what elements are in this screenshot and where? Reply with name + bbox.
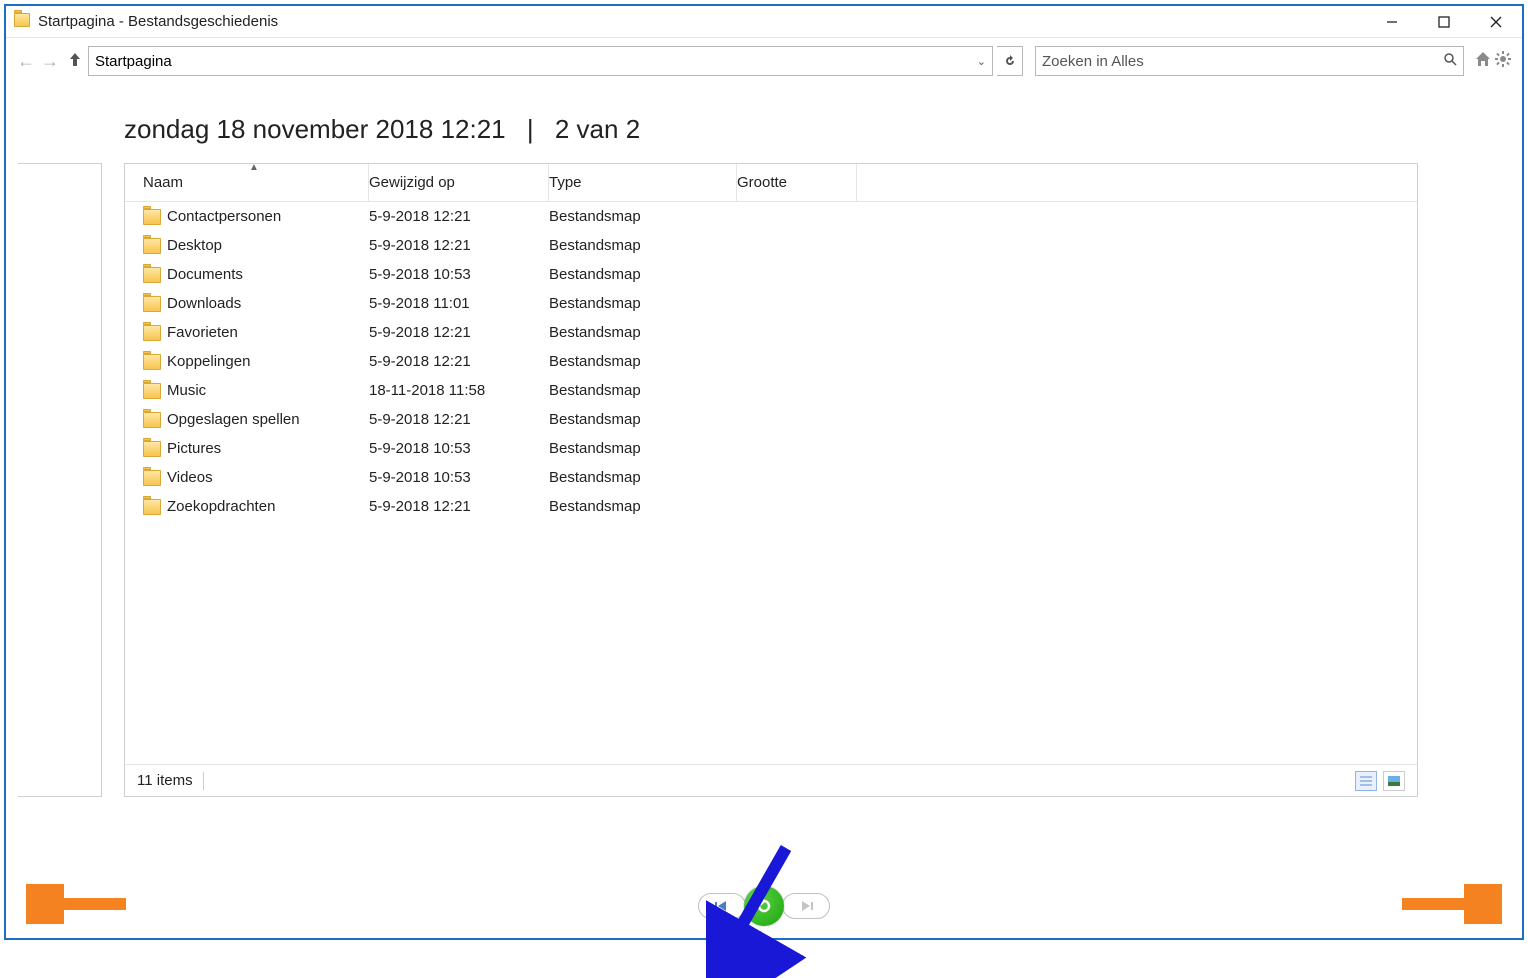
file-name: Documents — [167, 266, 243, 283]
home-icon[interactable] — [1474, 50, 1492, 73]
table-row[interactable]: Contactpersonen 5-9-2018 12:21Bestandsmap — [125, 202, 1417, 231]
folder-icon — [143, 470, 161, 486]
table-row[interactable]: Pictures 5-9-2018 10:53Bestandsmap — [125, 434, 1417, 463]
folder-icon — [143, 209, 161, 225]
search-input[interactable]: Zoeken in Alles — [1035, 46, 1464, 76]
version-nav — [698, 886, 830, 926]
file-name: Opgeslagen spellen — [167, 411, 300, 428]
header-separator: | — [513, 114, 548, 144]
file-name: Koppelingen — [167, 353, 250, 370]
previous-version-button[interactable] — [698, 893, 746, 919]
file-modified: 5-9-2018 10:53 — [369, 440, 549, 457]
file-name: Favorieten — [167, 324, 238, 341]
file-modified: 5-9-2018 12:21 — [369, 498, 549, 515]
folder-icon — [143, 412, 161, 428]
file-name: Contactpersonen — [167, 208, 281, 225]
file-list-panel: Naam ▲ Gewijzigd op Type Grootte Contact… — [124, 163, 1418, 797]
table-row[interactable]: Documents 5-9-2018 10:53Bestandsmap — [125, 260, 1417, 289]
file-name: Pictures — [167, 440, 221, 457]
file-modified: 5-9-2018 10:53 — [369, 266, 549, 283]
app-icon — [14, 13, 32, 31]
folder-icon — [143, 325, 161, 341]
back-button[interactable]: ← — [16, 51, 36, 71]
file-type: Bestandsmap — [549, 382, 737, 399]
search-icon — [1443, 52, 1457, 70]
address-text: Startpagina — [95, 53, 172, 70]
file-type: Bestandsmap — [549, 440, 737, 457]
folder-icon — [143, 238, 161, 254]
table-row[interactable]: Music 18-11-2018 11:58Bestandsmap — [125, 376, 1417, 405]
annotation-arrow-right — [1392, 884, 1502, 924]
table-row[interactable]: Favorieten 5-9-2018 12:21Bestandsmap — [125, 318, 1417, 347]
file-modified: 5-9-2018 12:21 — [369, 411, 549, 428]
folder-icon — [143, 383, 161, 399]
file-type: Bestandsmap — [549, 324, 737, 341]
table-row[interactable]: Videos 5-9-2018 10:53Bestandsmap — [125, 463, 1417, 492]
folder-icon — [143, 441, 161, 457]
table-row[interactable]: Opgeslagen spellen 5-9-2018 12:21Bestands… — [125, 405, 1417, 434]
search-placeholder: Zoeken in Alles — [1042, 53, 1144, 70]
file-modified: 18-11-2018 11:58 — [369, 382, 549, 399]
table-row[interactable]: Downloads 5-9-2018 11:01Bestandsmap — [125, 289, 1417, 318]
column-header-type[interactable]: Type — [549, 164, 737, 201]
folder-icon — [143, 354, 161, 370]
table-row[interactable]: Zoekopdrachten 5-9-2018 12:21Bestandsmap — [125, 492, 1417, 521]
chevron-down-icon[interactable]: ⌄ — [977, 55, 986, 68]
status-bar: 11 items — [125, 764, 1417, 796]
file-type: Bestandsmap — [549, 295, 737, 312]
file-name: Zoekopdrachten — [167, 498, 275, 515]
annotation-arrow-left — [26, 884, 136, 924]
file-type: Bestandsmap — [549, 353, 737, 370]
file-modified: 5-9-2018 12:21 — [369, 353, 549, 370]
address-bar[interactable]: Startpagina ⌄ — [88, 46, 993, 76]
file-name: Downloads — [167, 295, 241, 312]
up-button[interactable] — [64, 51, 84, 72]
file-type: Bestandsmap — [549, 266, 737, 283]
file-name: Desktop — [167, 237, 222, 254]
version-position: 2 van 2 — [555, 114, 640, 144]
file-type: Bestandsmap — [549, 208, 737, 225]
next-version-button[interactable] — [782, 893, 830, 919]
window-title: Startpagina - Bestandsgeschiedenis — [38, 13, 278, 30]
version-header: zondag 18 november 2018 12:21 | 2 van 2 — [6, 84, 1522, 163]
folder-icon — [143, 296, 161, 312]
file-modified: 5-9-2018 11:01 — [369, 295, 549, 312]
file-name: Videos — [167, 469, 213, 486]
file-modified: 5-9-2018 12:21 — [369, 208, 549, 225]
file-name: Music — [167, 382, 206, 399]
column-header-size[interactable]: Grootte — [737, 164, 857, 201]
file-type: Bestandsmap — [549, 498, 737, 515]
previous-version-panel[interactable] — [18, 163, 102, 797]
gear-icon[interactable] — [1494, 50, 1512, 73]
file-type: Bestandsmap — [549, 237, 737, 254]
view-thumbnails-button[interactable] — [1383, 771, 1405, 791]
minimize-button[interactable] — [1366, 6, 1418, 38]
refresh-button[interactable] — [997, 46, 1023, 76]
file-modified: 5-9-2018 12:21 — [369, 324, 549, 341]
version-timestamp: zondag 18 november 2018 12:21 — [124, 114, 506, 144]
file-type: Bestandsmap — [549, 469, 737, 486]
forward-button[interactable]: → — [40, 51, 60, 71]
toolbar: ← → Startpagina ⌄ Zoeken in Alles — [6, 38, 1522, 84]
column-header-name[interactable]: Naam ▲ — [143, 164, 369, 201]
status-separator — [203, 772, 204, 790]
table-row[interactable]: Koppelingen 5-9-2018 12:21Bestandsmap — [125, 347, 1417, 376]
close-button[interactable] — [1470, 6, 1522, 38]
sort-asc-icon: ▲ — [249, 162, 259, 173]
column-headers: Naam ▲ Gewijzigd op Type Grootte — [125, 164, 1417, 202]
table-row[interactable]: Desktop 5-9-2018 12:21Bestandsmap — [125, 231, 1417, 260]
folder-icon — [143, 267, 161, 283]
column-header-modified[interactable]: Gewijzigd op — [369, 164, 549, 201]
file-modified: 5-9-2018 10:53 — [369, 469, 549, 486]
file-type: Bestandsmap — [549, 411, 737, 428]
maximize-button[interactable] — [1418, 6, 1470, 38]
title-bar: Startpagina - Bestandsgeschiedenis — [6, 6, 1522, 38]
view-details-button[interactable] — [1355, 771, 1377, 791]
file-modified: 5-9-2018 12:21 — [369, 237, 549, 254]
item-count: 11 items — [137, 772, 193, 789]
folder-icon — [143, 499, 161, 515]
restore-button[interactable] — [744, 886, 784, 926]
